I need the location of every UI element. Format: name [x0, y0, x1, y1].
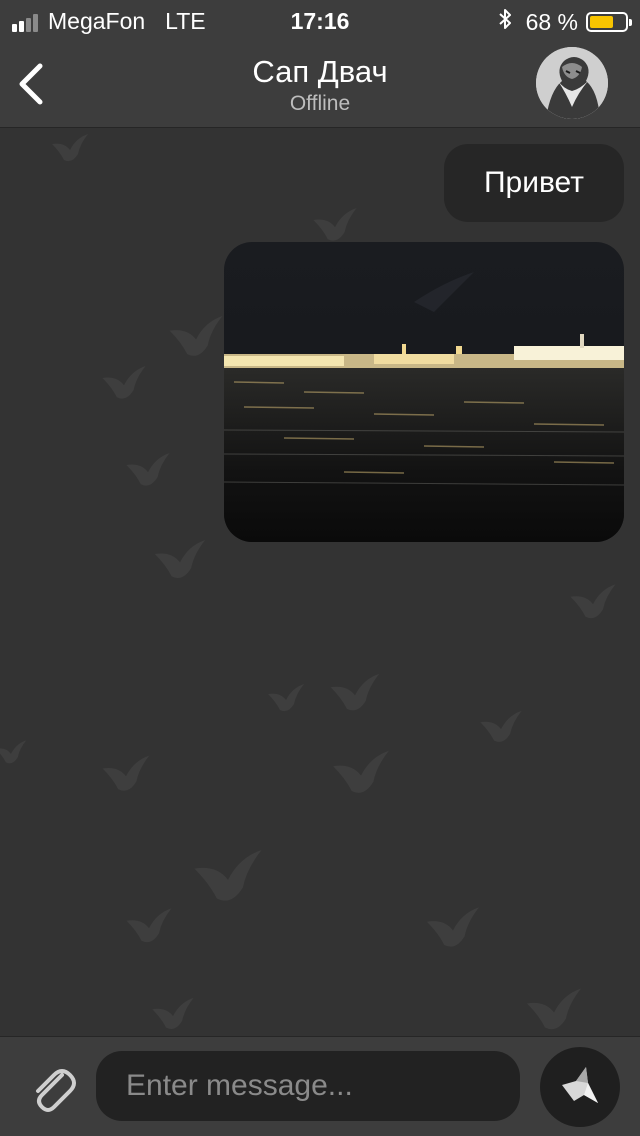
avatar-portrait [536, 47, 608, 119]
bluetooth-icon [498, 8, 512, 36]
bird-pattern-icon [313, 208, 357, 241]
bird-pattern-icon [102, 366, 146, 399]
bird-pattern-icon [194, 850, 262, 901]
bird-pattern-icon [330, 673, 380, 711]
bird-pattern-icon [570, 584, 616, 619]
message-input[interactable] [96, 1051, 520, 1121]
bird-pattern-icon [527, 988, 581, 1030]
bird-pattern-icon [154, 540, 206, 578]
bird-pattern-icon [126, 908, 172, 943]
paperclip-icon [36, 1069, 76, 1112]
bird-pattern-icon [0, 740, 27, 764]
message-list[interactable]: Привет [0, 128, 640, 1036]
attach-button[interactable] [26, 1059, 78, 1115]
bird-pattern-icon [333, 750, 389, 793]
paper-bird-icon [562, 1067, 598, 1103]
battery-level [590, 16, 613, 28]
composer [0, 1036, 640, 1136]
message-bubble-outgoing[interactable]: Привет [443, 144, 624, 222]
night-river-photo [224, 242, 624, 542]
bird-pattern-icon [126, 453, 170, 486]
chat-screen: MegaFon LTE 17:16 68 % Сап Двач Offline [0, 0, 640, 1136]
bird-pattern-icon [152, 997, 194, 1029]
chat-header: Сап Двач Offline [0, 40, 640, 128]
battery-icon [586, 12, 632, 32]
send-button[interactable] [540, 1047, 620, 1127]
battery-percent: 68 % [525, 8, 578, 35]
status-right: 68 % [498, 8, 632, 36]
bird-pattern-icon [268, 684, 304, 712]
bird-pattern-icon [480, 710, 522, 742]
bird-pattern-icon [102, 755, 150, 791]
bird-pattern-icon [52, 134, 88, 162]
bird-pattern-icon [426, 907, 480, 947]
bird-pattern-icon [169, 316, 223, 356]
status-bar: MegaFon LTE 17:16 68 % [0, 0, 640, 40]
avatar[interactable] [536, 47, 608, 119]
message-photo[interactable] [224, 242, 624, 542]
